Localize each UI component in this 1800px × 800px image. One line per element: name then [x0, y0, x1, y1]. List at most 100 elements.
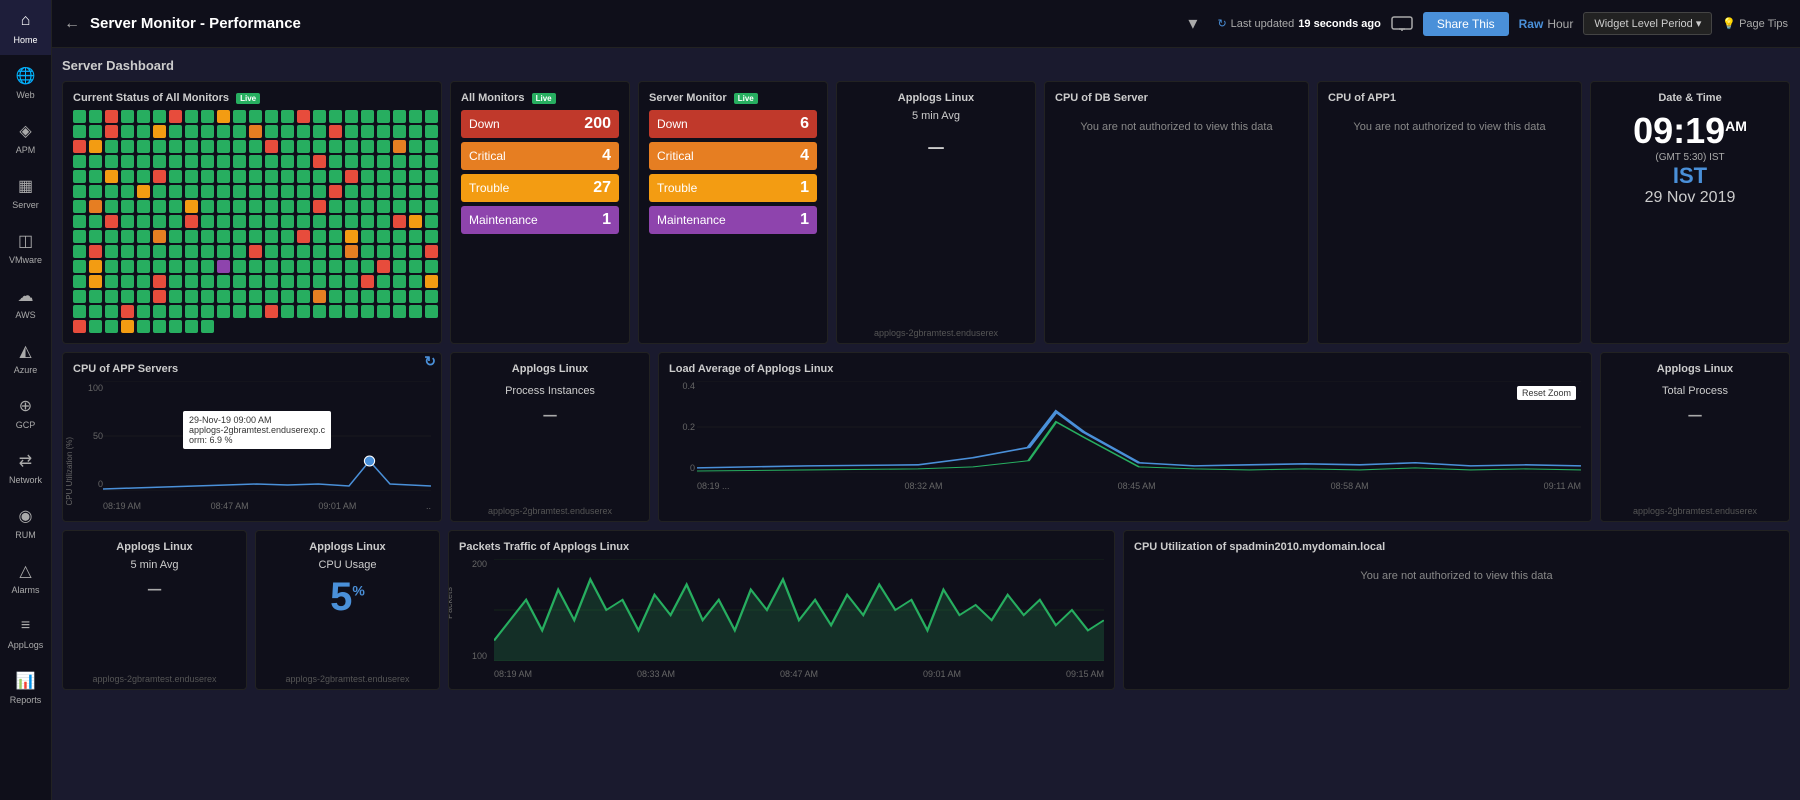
- applogs-5min-subtitle: 5 min Avg: [73, 559, 236, 571]
- vmware-icon: ◫: [15, 230, 37, 252]
- dashboard-title: Server Dashboard: [62, 58, 1790, 73]
- sidebar-item-alarms[interactable]: △ Alarms: [0, 550, 51, 605]
- server-critical-count: 4: [800, 147, 809, 165]
- monitor-dot: [121, 200, 134, 213]
- sidebar-label-web: Web: [16, 90, 34, 100]
- monitor-dot: [297, 275, 310, 288]
- live-badge: Live: [236, 93, 260, 104]
- sidebar-item-aws[interactable]: ☁ AWS: [0, 275, 51, 330]
- monitor-dot: [297, 290, 310, 303]
- monitor-dot: [329, 140, 342, 153]
- server-trouble-label: Trouble: [657, 181, 697, 195]
- down-label: Down: [469, 117, 500, 131]
- load-avg-card: Load Average of Applogs Linux 0.40.20: [658, 352, 1592, 522]
- packets-chart-area: 200100 08:19 AM08:33 AM08:47 AM09:01 AM0…: [459, 559, 1104, 679]
- monitor-dot: [233, 245, 246, 258]
- sidebar-label-apm: APM: [16, 145, 36, 155]
- monitor-dot: [329, 215, 342, 228]
- monitor-dot: [281, 155, 294, 168]
- monitor-dot: [297, 185, 310, 198]
- load-y-axis: 0.40.20: [669, 381, 697, 473]
- server-icon: ▦: [15, 175, 37, 197]
- monitor-dot: [105, 155, 118, 168]
- monitor-dot: [121, 155, 134, 168]
- back-button[interactable]: ←: [64, 15, 80, 33]
- chart-refresh-button[interactable]: ↻: [424, 353, 436, 370]
- monitor-dot: [105, 125, 118, 138]
- applogs-cpu-usage-title: Applogs Linux: [266, 541, 429, 553]
- sidebar-item-network[interactable]: ⇄ Network: [0, 440, 51, 495]
- server-monitor-card[interactable]: Server Monitor Live Down 6 Critical 4 Tr…: [638, 81, 828, 344]
- server-down-count: 6: [800, 115, 809, 133]
- raw-button[interactable]: Raw: [1519, 17, 1544, 31]
- monitor-dot: [313, 140, 326, 153]
- maintenance-count: 1: [602, 211, 611, 229]
- sidebar-item-applogs[interactable]: ≡ AppLogs: [0, 605, 51, 660]
- monitor-dot: [249, 110, 262, 123]
- critical-count: 4: [602, 147, 611, 165]
- monitor-dot: [409, 140, 422, 153]
- sidebar-label-gcp: GCP: [16, 420, 36, 430]
- all-monitors-critical-row[interactable]: Critical 4: [461, 142, 619, 170]
- monitor-dot: [313, 305, 326, 318]
- sidebar-item-rum[interactable]: ◉ RUM: [0, 495, 51, 550]
- load-line-chart: [697, 381, 1581, 473]
- server-maintenance-row[interactable]: Maintenance 1: [649, 206, 817, 234]
- monitor-dot: [425, 215, 438, 228]
- monitor-dot: [361, 170, 374, 183]
- network-icon: ⇄: [15, 450, 37, 472]
- sidebar-item-vmware[interactable]: ◫ VMware: [0, 220, 51, 275]
- monitor-dot: [121, 125, 134, 138]
- monitor-dot: [121, 275, 134, 288]
- sidebar-label-home: Home: [13, 35, 37, 45]
- monitor-dot: [265, 185, 278, 198]
- sidebar-item-gcp[interactable]: ⊕ GCP: [0, 385, 51, 440]
- sidebar-item-reports[interactable]: 📊 Reports: [0, 660, 51, 715]
- monitor-dot: [105, 215, 118, 228]
- all-monitors-trouble-row[interactable]: Trouble 27: [461, 174, 619, 202]
- hour-button[interactable]: Hour: [1547, 17, 1573, 31]
- monitor-dot: [393, 290, 406, 303]
- sidebar-item-home[interactable]: ⌂ Home: [0, 0, 51, 55]
- widget-period-button[interactable]: Widget Level Period ▾: [1583, 12, 1712, 35]
- monitor-dot: [153, 260, 166, 273]
- monitor-dot: [329, 110, 342, 123]
- sidebar-item-server[interactable]: ▦ Server: [0, 165, 51, 220]
- page-tips-button[interactable]: 💡 Page Tips: [1722, 17, 1788, 30]
- monitor-dot: [281, 275, 294, 288]
- server-monitor-title: Server Monitor Live: [649, 92, 817, 104]
- sidebar-item-azure[interactable]: ◭ Azure: [0, 330, 51, 385]
- server-critical-row[interactable]: Critical 4: [649, 142, 817, 170]
- monitor-dot: [329, 200, 342, 213]
- sidebar-item-web[interactable]: 🌐 Web: [0, 55, 51, 110]
- load-chart-area: 0.40.20 Reset Zoom 08:19 ...08:: [669, 381, 1581, 491]
- all-monitors-title: All Monitors Live: [461, 92, 619, 104]
- monitor-dot: [281, 185, 294, 198]
- title-dropdown-button[interactable]: ▾: [1188, 13, 1197, 34]
- topbar: ← Server Monitor - Performance ▾ ↻ Last …: [52, 0, 1800, 48]
- datetime-tz: IST: [1601, 163, 1779, 189]
- share-button[interactable]: Share This: [1423, 12, 1509, 36]
- all-monitors-maintenance-row[interactable]: Maintenance 1: [461, 206, 619, 234]
- server-trouble-row[interactable]: Trouble 1: [649, 174, 817, 202]
- monitor-dot: [201, 305, 214, 318]
- monitor-dot: [233, 185, 246, 198]
- monitor-dot: [89, 260, 102, 273]
- packets-chart: [494, 559, 1104, 661]
- monitor-dot: [217, 185, 230, 198]
- packets-y-axis: 200100: [459, 559, 489, 661]
- packets-x-axis: 08:19 AM08:33 AM08:47 AM09:01 AM09:15 AM: [494, 669, 1104, 679]
- sidebar-item-apm[interactable]: ◈ APM: [0, 110, 51, 165]
- monitor-dot: [441, 290, 442, 303]
- monitor-dot: [233, 290, 246, 303]
- applogs-linux-2-footer: applogs-2gbramtest.enduserex: [461, 506, 639, 516]
- server-down-row[interactable]: Down 6: [649, 110, 817, 138]
- reset-zoom-button[interactable]: Reset Zoom: [1517, 386, 1576, 400]
- all-monitors-card[interactable]: All Monitors Live Down 200 Critical 4 Tr…: [450, 81, 630, 344]
- monitor-icon: [1391, 16, 1413, 32]
- raw-hour-toggle: Raw Hour: [1519, 17, 1574, 31]
- monitor-dot: [121, 170, 134, 183]
- monitor-dot: [249, 155, 262, 168]
- monitor-dot: [313, 125, 326, 138]
- all-monitors-down-row[interactable]: Down 200: [461, 110, 619, 138]
